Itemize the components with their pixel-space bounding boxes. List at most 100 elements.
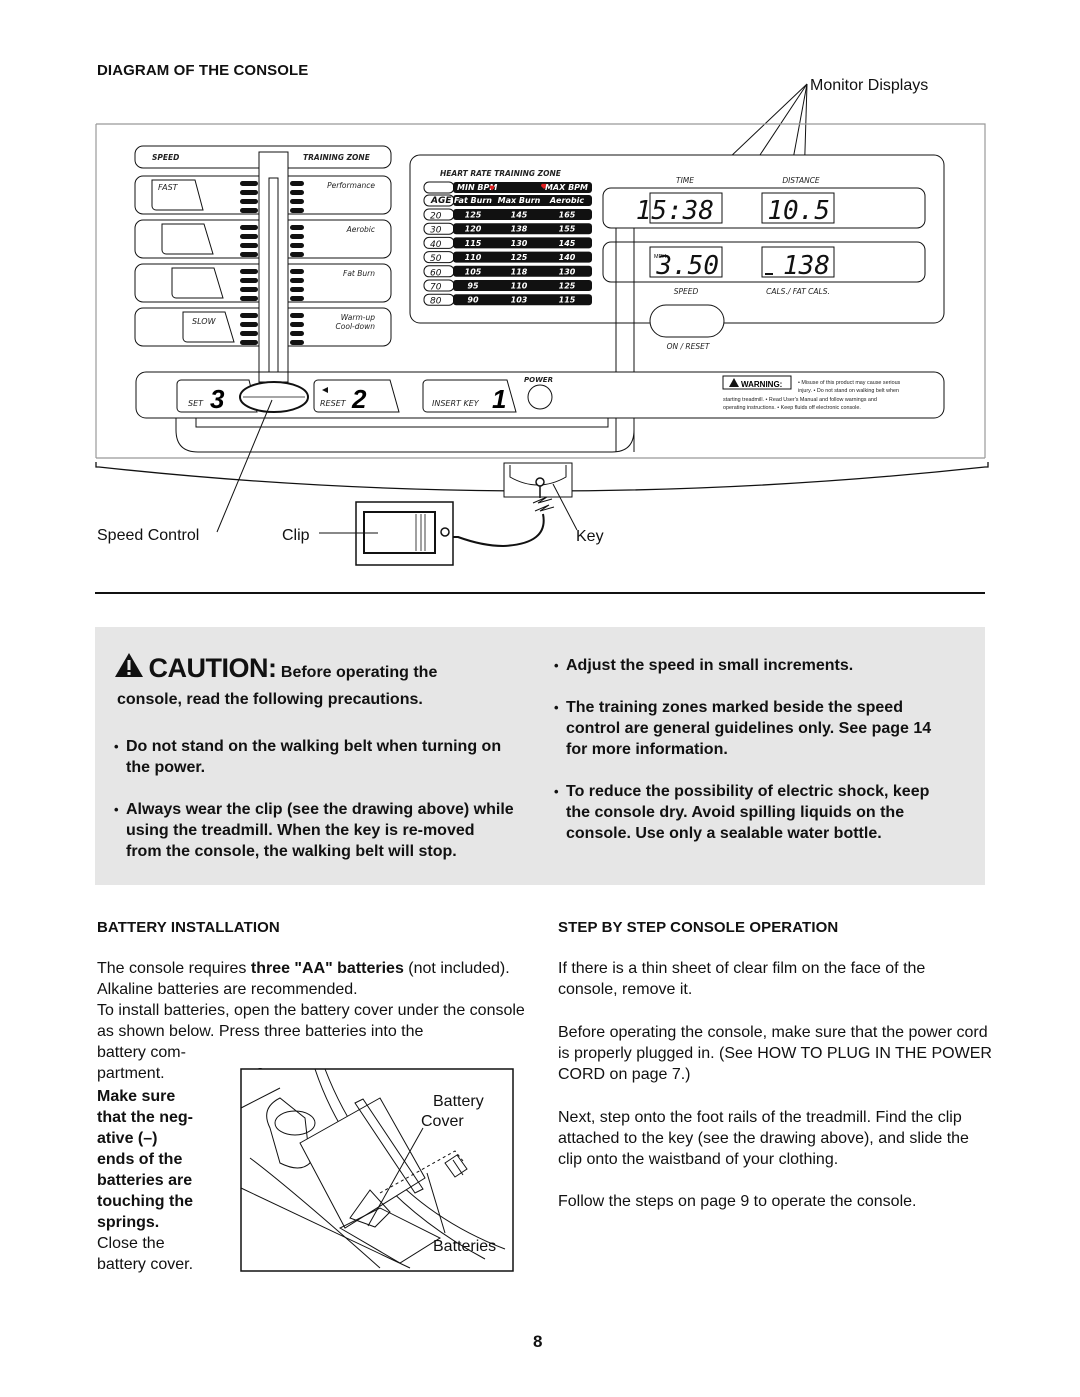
hr-age-value: 50 [430, 254, 442, 264]
tick-mark-left [240, 208, 258, 213]
on-reset-button[interactable] [649, 304, 725, 338]
caution-bullet: Always wear the clip (see the drawing ab… [114, 799, 514, 862]
speed-panel: SPEED TRAINING ZONE FAST SLOW Performanc… [134, 145, 392, 393]
callout-speed-control: Speed Control [97, 527, 199, 544]
close-note-line: battery cover. [97, 1256, 194, 1273]
operation-paragraph: Next, step onto the foot rails of the tr… [558, 1109, 969, 1168]
tick-mark-left [240, 331, 258, 336]
hr-bpm-value: 125 [559, 282, 576, 291]
time-value: 15:38 [636, 196, 714, 226]
hr-title: HEART RATE TRAINING ZONE [440, 169, 562, 178]
hr-bpm-value: 118 [511, 267, 528, 276]
tick-mark-right [290, 225, 304, 230]
polarity-note-line: that the neg- [97, 1109, 193, 1126]
tick-mark-right [290, 331, 304, 336]
hr-bpm-value: 120 [465, 225, 482, 234]
operation-paragraph: Follow the steps on page 9 to operate th… [558, 1193, 917, 1210]
warning-badge-text: WARNING: [741, 380, 782, 389]
set-label: SET [188, 399, 204, 408]
batteries-label: Batteries [433, 1238, 496, 1255]
hr-bpm-value: 130 [559, 267, 576, 276]
speed-tab-3 [171, 267, 224, 299]
hr-bpm-value: 130 [511, 239, 528, 248]
tick-mark-left [240, 234, 258, 239]
console-diagram: Monitor Displays SPEED TRAINING ZONE FAS… [95, 77, 989, 566]
tick-mark-right [290, 269, 304, 274]
section-divider [95, 592, 985, 594]
warning-line-3: starting treadmill. • Read User's Manual… [723, 397, 877, 403]
hr-col-header: Max Burn [498, 196, 541, 205]
power-button[interactable] [527, 384, 553, 410]
caution-bullet: To reduce the possibility of electric sh… [554, 781, 954, 844]
hr-bpm-value: 138 [511, 225, 528, 234]
caution-lead-rest: console, read the following precautions. [117, 691, 423, 708]
battery-heading: BATTERY INSTALLATION [97, 919, 280, 936]
hr-bpm-value: 140 [559, 253, 576, 262]
hr-age-value: 70 [430, 283, 442, 293]
tick-mark-right [290, 313, 304, 318]
caution-triangle-icon [114, 652, 144, 689]
polarity-note-line: Make sure [97, 1088, 176, 1105]
hr-bpm-value: 105 [465, 267, 482, 276]
zone-performance: Performance [327, 181, 375, 190]
insert-key-number: 1 [492, 384, 506, 414]
tick-mark-left [240, 269, 258, 274]
battery-close-note: Close the battery cover. [97, 1233, 193, 1275]
time-label: TIME [676, 176, 694, 185]
tick-mark-right [290, 340, 304, 345]
caution-bullet: Do not stand on the walking belt when tu… [114, 736, 524, 778]
hr-bpm-value: 155 [559, 225, 576, 234]
battery-compartment-figure: Battery Cover Batteries [240, 1068, 514, 1272]
hr-bpm-value: 90 [467, 296, 479, 305]
tick-mark-left [240, 190, 258, 195]
callout-clip: Clip [282, 527, 310, 544]
tick-mark-right [290, 252, 304, 257]
hr-bpm-value: 103 [511, 296, 528, 305]
reset-label: RESET [320, 399, 347, 408]
caution-title: CAUTION: [148, 653, 277, 683]
tick-mark-right [290, 243, 304, 248]
tick-mark-right [290, 287, 304, 292]
distance-value: 10.5 [767, 196, 830, 226]
polarity-note-line: touching the [97, 1193, 193, 1210]
key-and-clip: Speed Control Clip Key [97, 399, 604, 566]
tick-mark-right [290, 322, 304, 327]
hr-age-value: 60 [430, 268, 442, 278]
speed-value: 3.50 [655, 251, 719, 281]
tick-mark-left [240, 340, 258, 345]
speed-label: SPEED [674, 287, 699, 296]
tick-mark-right [290, 199, 304, 204]
tick-mark-right [290, 234, 304, 239]
zone-cool-down: Cool-down [336, 322, 376, 331]
reset-number: 2 [351, 384, 367, 414]
set-number: 3 [210, 384, 225, 414]
zone-fat-burn: Fat Burn [343, 269, 375, 278]
caution-bullet: The training zones marked beside the spe… [554, 697, 949, 760]
zone-warm-up: Warm-up [341, 313, 375, 322]
hr-bpm-value: 145 [511, 211, 528, 220]
hr-col-header: Aerobic [549, 196, 585, 205]
tick-mark-right [290, 296, 304, 301]
hr-bpm-value: 115 [559, 296, 576, 305]
on-reset-label: ON / RESET [667, 342, 711, 351]
hr-bpm-value: 110 [465, 253, 482, 262]
tick-mark-left [240, 225, 258, 230]
hr-header-blank [423, 181, 455, 194]
polarity-note-line: ative (–) [97, 1130, 158, 1147]
power-label: POWER [524, 376, 553, 384]
hr-col-header: Fat Burn [454, 196, 492, 205]
callout-key: Key [576, 528, 604, 545]
callout-monitor-displays: Monitor Displays [810, 77, 928, 94]
caution-box: CAUTION: Before operating the console, r… [95, 627, 985, 885]
tick-mark-right [290, 190, 304, 195]
hr-age-value: 30 [430, 226, 442, 236]
caution-bullet: Adjust the speed in small increments. [554, 655, 964, 676]
slow-label: SLOW [192, 317, 217, 326]
cals-value: 138 [783, 251, 830, 281]
speed-header: SPEED [152, 153, 179, 162]
hr-bpm-value: 125 [511, 253, 528, 262]
tick-mark-left [240, 313, 258, 318]
tick-mark-left [240, 181, 258, 186]
caution-lead-inline: Before operating the [280, 664, 438, 681]
hr-bpm-value: 95 [467, 282, 479, 291]
